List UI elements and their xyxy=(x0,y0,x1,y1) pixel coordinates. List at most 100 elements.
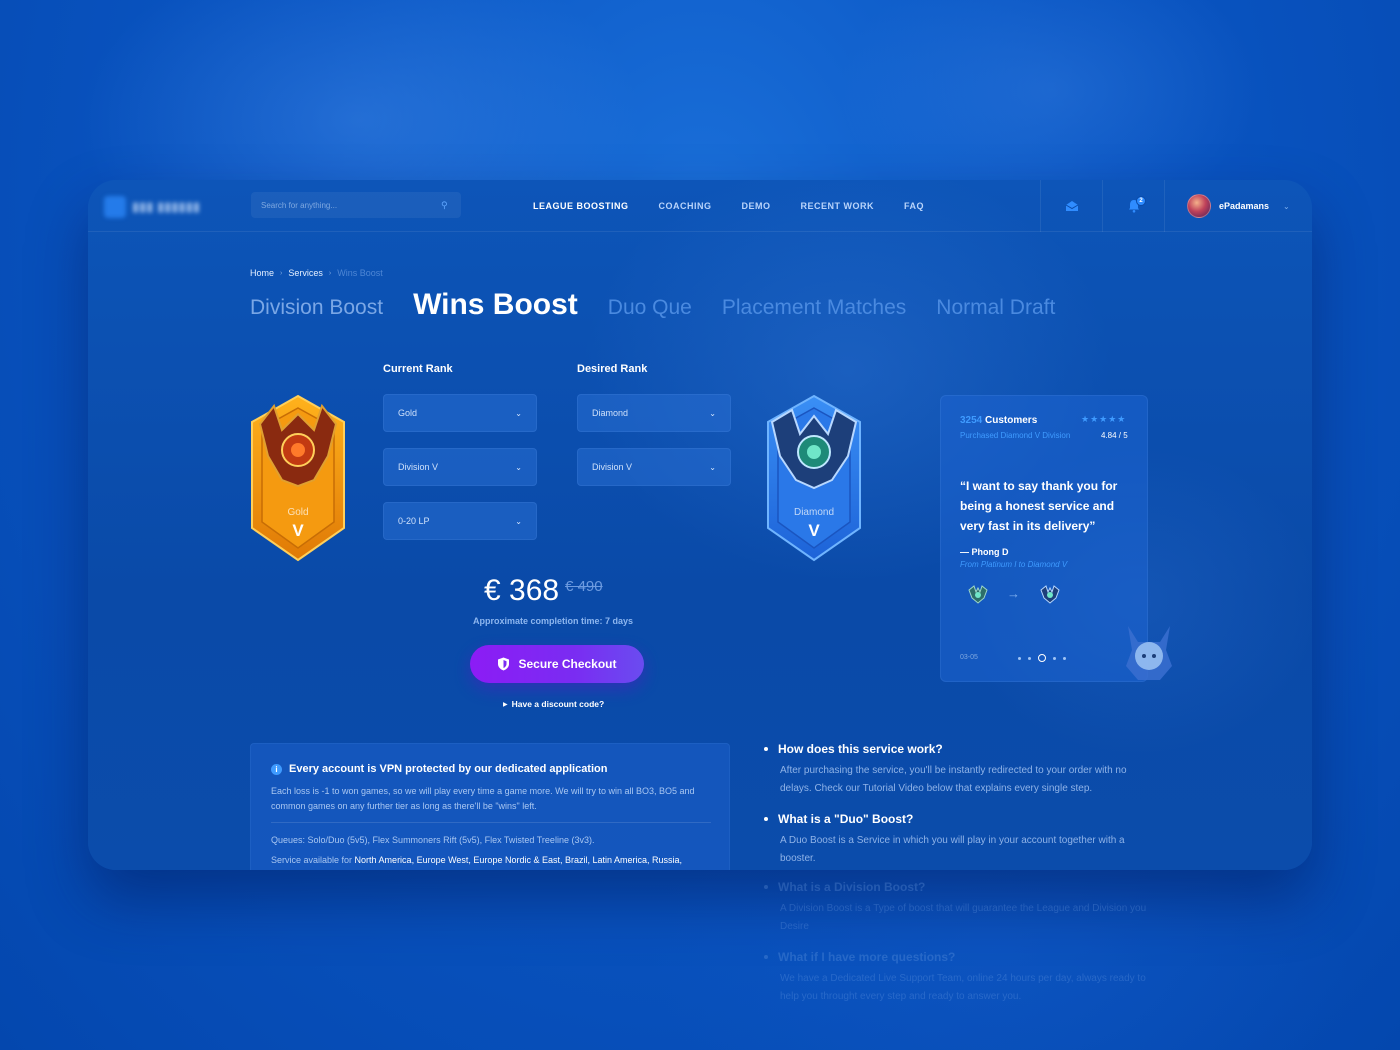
info-regions: Service available for North America, Eur… xyxy=(271,855,682,865)
discount-label: Have a discount code? xyxy=(511,699,605,709)
messages-button[interactable] xyxy=(1040,180,1102,232)
desired-rank-tier: V xyxy=(808,521,820,540)
info-title: i Every account is VPN protected by our … xyxy=(271,763,607,775)
chevron-down-icon: ⌄ xyxy=(1283,201,1290,211)
mail-icon xyxy=(1065,201,1078,211)
chevron-down-icon: ⌄ xyxy=(709,408,716,418)
search-bar: ⚲ xyxy=(251,192,461,218)
faq-item: What if I have more questions? We have a… xyxy=(764,950,1154,1006)
faq-answer: After purchasing the service, you'll be … xyxy=(780,765,1127,794)
app-window: ▮▮▮ ▮▮▮▮▮▮ ⚲ LEAGUE BOOSTING COACHING DE… xyxy=(88,180,1312,870)
faq-item: What is a "Duo" Boost? A Duo Boost is a … xyxy=(764,812,1154,868)
faq-answer: A Division Boost is a Type of boost that… xyxy=(780,903,1147,932)
current-rank-select[interactable]: Gold ⌄ xyxy=(383,394,537,432)
desired-rank-label: Desired Rank xyxy=(577,363,648,375)
user-menu[interactable]: ePadamans ⌄ xyxy=(1164,180,1312,232)
carousel-dots xyxy=(1018,654,1066,662)
desired-rank-badge: Diamond V xyxy=(764,394,864,562)
mascot-illustration xyxy=(1126,626,1172,680)
faq-question[interactable]: How does this service work? xyxy=(764,742,1154,756)
info-queues: Queues: Solo/Duo (5v5), Flex Summoners R… xyxy=(271,835,595,845)
customer-count-label: Customers xyxy=(982,415,1038,426)
carousel-dot-active[interactable] xyxy=(1038,654,1046,662)
logo-text: ▮▮▮ ▮▮▮▮▮▮ xyxy=(132,199,200,214)
rating-score: 4.84 / 5 xyxy=(1101,431,1128,440)
carousel-dot[interactable] xyxy=(1053,656,1056,660)
desired-rank-value: Diamond xyxy=(592,408,629,418)
faq-list: How does this service work? After purcha… xyxy=(764,742,1154,870)
logo-mark xyxy=(104,196,126,218)
customer-count: 3254 Customers xyxy=(960,415,1037,426)
nav-league-boosting[interactable]: LEAGUE BOOSTING xyxy=(518,201,644,211)
current-division-select[interactable]: Division V ⌄ xyxy=(383,448,537,486)
testimonial-author: — Phong D xyxy=(960,547,1009,557)
faq-item: How does this service work? After purcha… xyxy=(764,742,1154,798)
checkout-label: Secure Checkout xyxy=(518,657,617,671)
shield-icon xyxy=(498,657,510,671)
faq-answer: A Duo Boost is a Service in which you wi… xyxy=(780,835,1125,864)
carousel-dot[interactable] xyxy=(1018,656,1021,660)
chevron-down-icon: ⌄ xyxy=(515,408,522,418)
discount-code-link[interactable]: ▶ Have a discount code? xyxy=(503,699,604,709)
breadcrumb-current: Wins Boost xyxy=(337,268,383,278)
current-rank-value: Gold xyxy=(398,408,418,418)
purchase-info: Purchased Diamond V Division xyxy=(960,431,1071,440)
search-icon[interactable]: ⚲ xyxy=(441,200,451,210)
nav-recent-work[interactable]: RECENT WORK xyxy=(786,201,890,211)
divider xyxy=(271,822,711,823)
current-rank-name: Gold xyxy=(287,507,309,518)
desired-rank-select[interactable]: Diamond ⌄ xyxy=(577,394,731,432)
nav-demo[interactable]: DEMO xyxy=(727,201,786,211)
carousel-dot[interactable] xyxy=(1063,656,1066,660)
desired-division-select[interactable]: Division V ⌄ xyxy=(577,448,731,486)
info-body: Each loss is -1 to won games, so we will… xyxy=(271,786,695,811)
current-lp-value: 0-20 LP xyxy=(398,516,430,526)
tab-normal-draft[interactable]: Normal Draft xyxy=(936,296,1055,320)
breadcrumb: Home › Services › Wins Boost xyxy=(250,268,383,278)
chevron-down-icon: ⌄ xyxy=(515,462,522,472)
diamond-mini-emblem-icon xyxy=(1040,585,1060,604)
current-lp-select[interactable]: 0-20 LP ⌄ xyxy=(383,502,537,540)
service-tabs: Division Boost Wins Boost Duo Que Placem… xyxy=(250,288,1055,322)
notifications-button[interactable]: 2 xyxy=(1102,180,1164,232)
avatar xyxy=(1187,194,1211,218)
testimonial-route: From Platinum I to Diamond V xyxy=(960,560,1068,569)
notification-count-badge: 2 xyxy=(1136,196,1146,206)
nav-coaching[interactable]: COACHING xyxy=(644,201,727,211)
tab-duo-que[interactable]: Duo Que xyxy=(608,296,692,320)
carousel-dot[interactable] xyxy=(1028,656,1031,660)
site-logo[interactable]: ▮▮▮ ▮▮▮▮▮▮ xyxy=(104,194,234,220)
search-input[interactable] xyxy=(261,200,441,210)
tab-wins-boost[interactable]: Wins Boost xyxy=(413,288,578,322)
chevron-down-icon: ⌄ xyxy=(709,462,716,472)
desired-division-value: Division V xyxy=(592,462,633,472)
current-rank-label: Current Rank xyxy=(383,363,453,375)
customer-count-number: 3254 xyxy=(960,415,983,426)
breadcrumb-separator-icon: › xyxy=(328,269,332,277)
breadcrumb-services[interactable]: Services xyxy=(288,268,323,278)
completion-time: Approximate completion time: 7 days xyxy=(473,616,634,626)
username: ePadamans xyxy=(1219,201,1270,211)
info-regions-list: North America, Europe West, Europe Nordi… xyxy=(354,855,683,865)
info-title-text: Every account is VPN protected by our de… xyxy=(289,763,608,775)
tab-division-boost[interactable]: Division Boost xyxy=(250,296,383,320)
faq-question[interactable]: What is a "Duo" Boost? xyxy=(764,812,1154,826)
price-block: € 368 € 490 xyxy=(484,574,603,608)
breadcrumb-home[interactable]: Home xyxy=(250,268,274,278)
current-rank-tier: V xyxy=(292,521,304,540)
top-navigation: ▮▮▮ ▮▮▮▮▮▮ ⚲ LEAGUE BOOSTING COACHING DE… xyxy=(88,180,1312,232)
rating-stars-icon: ★★★★★ xyxy=(1081,414,1127,424)
arrow-right-icon: → xyxy=(1007,586,1020,601)
faq-question: What is a Division Boost? xyxy=(764,880,1154,894)
breadcrumb-separator-icon: › xyxy=(280,269,283,277)
nav-faq[interactable]: FAQ xyxy=(889,201,939,211)
price-current: € 368 xyxy=(484,574,560,607)
faq-question: What if I have more questions? xyxy=(764,950,1154,964)
faq-item: What is a Division Boost? A Division Boo… xyxy=(764,880,1154,936)
tab-placement-matches[interactable]: Placement Matches xyxy=(722,296,906,320)
secure-checkout-button[interactable]: Secure Checkout xyxy=(470,645,644,683)
caret-right-icon: ▶ xyxy=(503,701,508,708)
faq-list-overflow: What is a Division Boost? A Division Boo… xyxy=(764,880,1154,1020)
testimonial-date: 03-05 xyxy=(960,654,978,661)
desired-rank-name: Diamond xyxy=(793,507,835,518)
